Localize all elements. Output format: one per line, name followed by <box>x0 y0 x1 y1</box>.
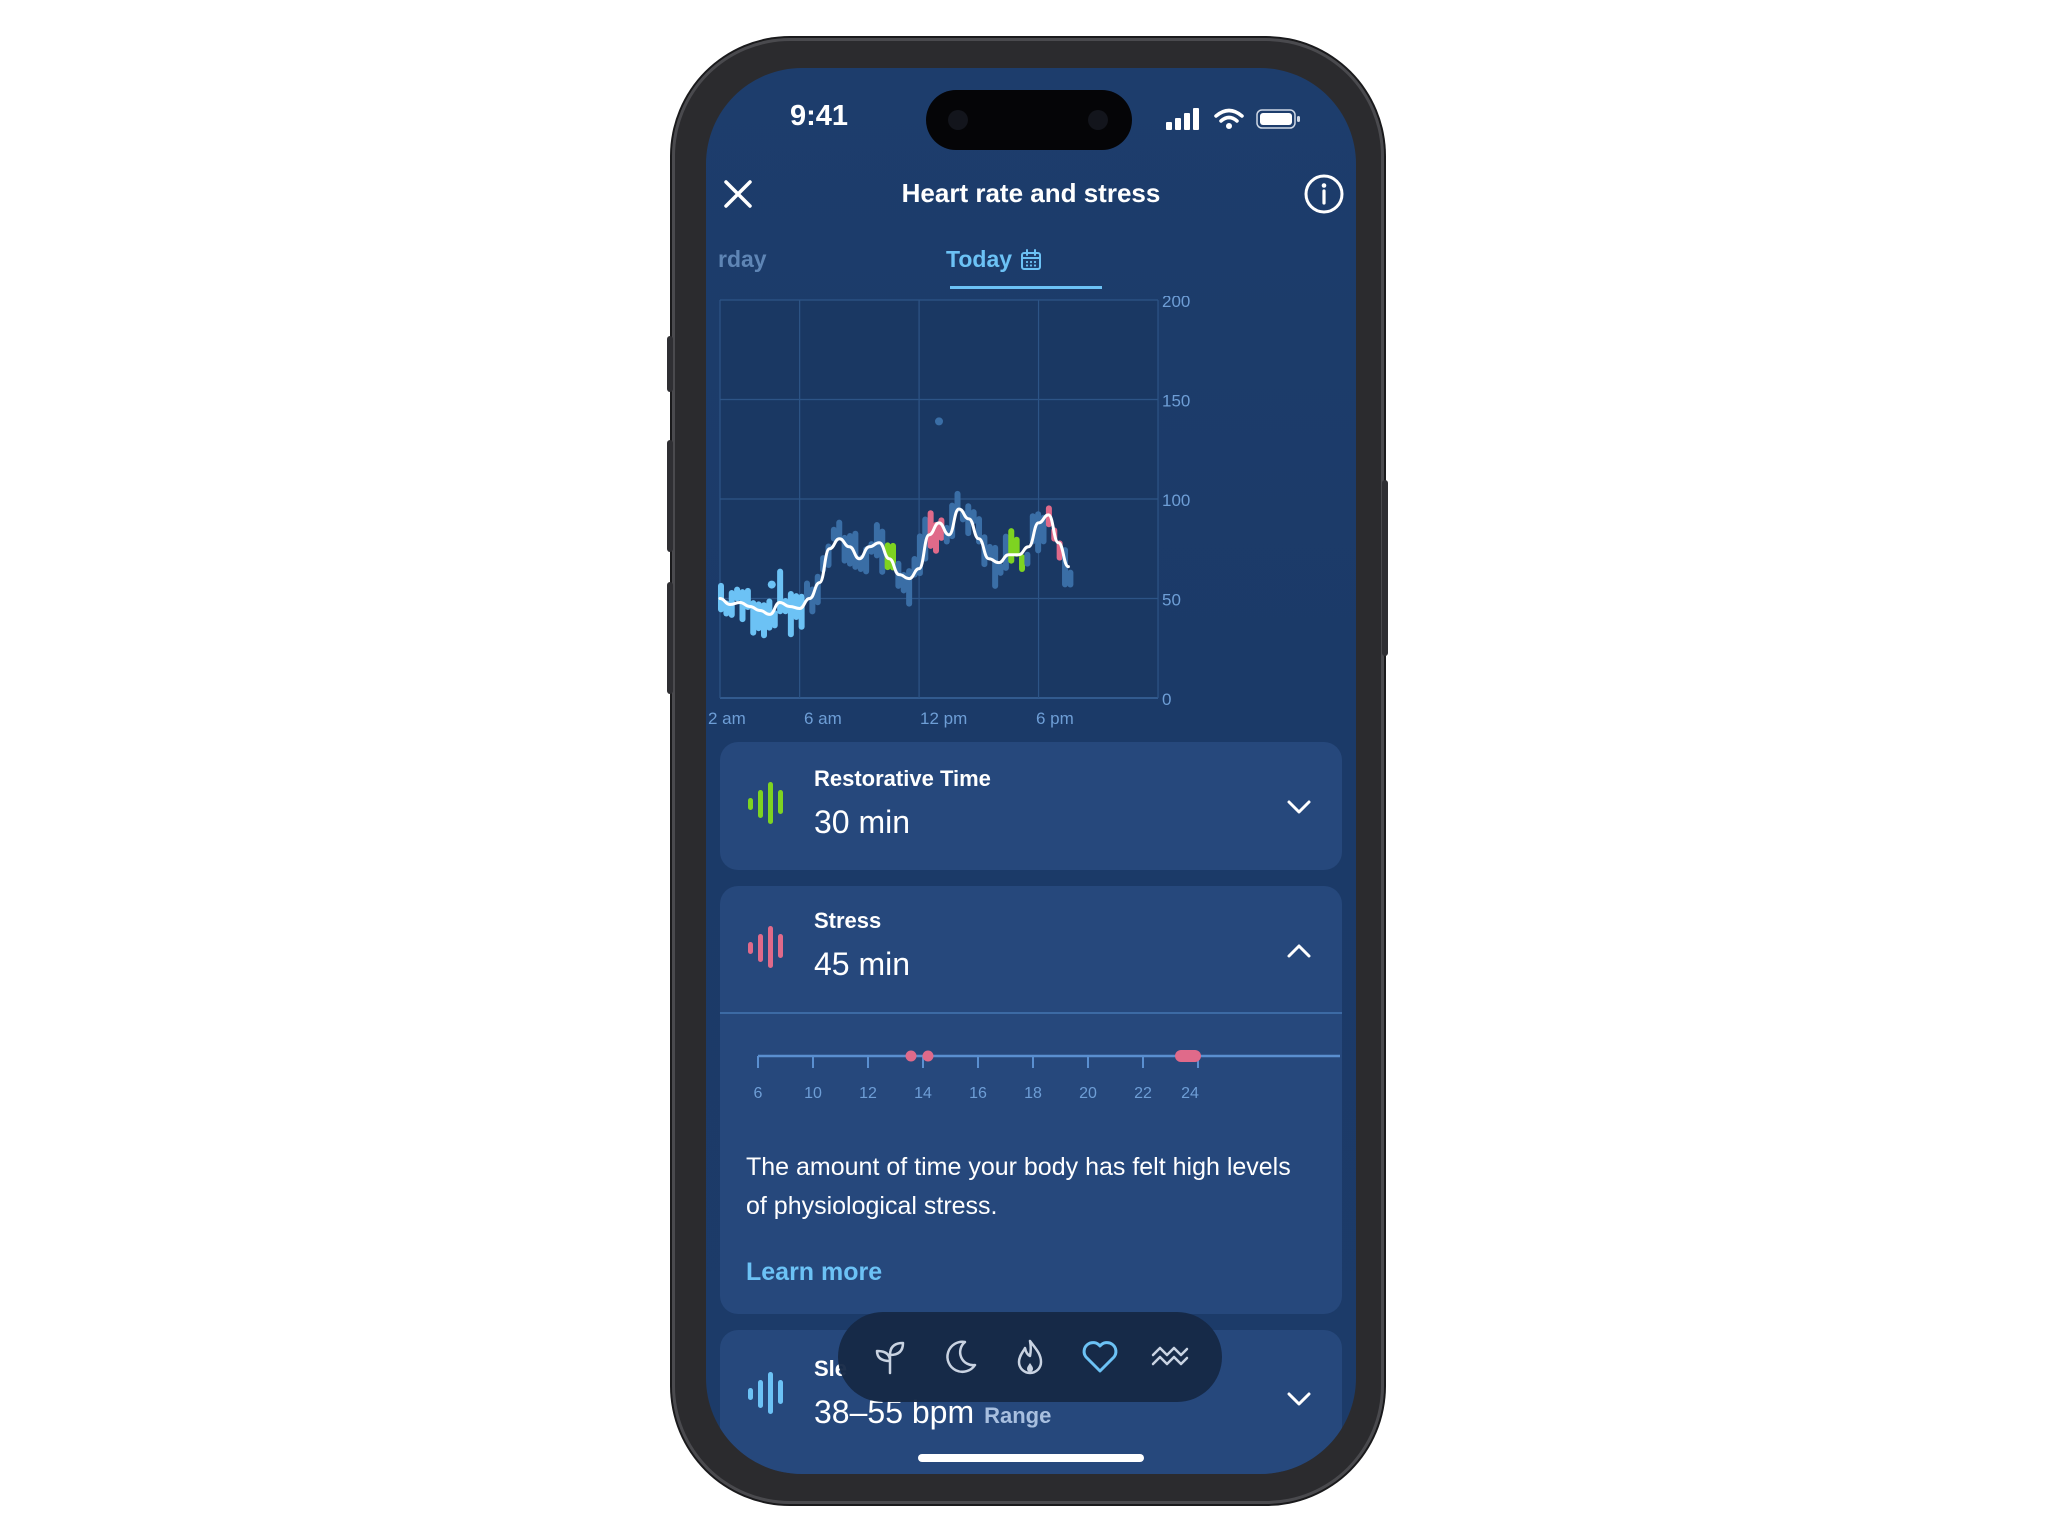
x-tick-label: 12 pm <box>920 709 967 728</box>
tab-previous-day[interactable]: rday <box>718 246 767 273</box>
heart-rate-range-bar <box>1035 511 1042 554</box>
chevron-up-icon[interactable] <box>1282 934 1316 968</box>
cellular-signal-icon <box>1166 108 1199 130</box>
y-tick-label: 0 <box>1162 690 1171 709</box>
app-screen: 9:41 Heart rate and stress rday Today 20… <box>706 68 1356 1474</box>
x-tick-label: 6 pm <box>1036 709 1074 728</box>
heart-rate-range-bar <box>734 586 741 602</box>
bottom-nav <box>838 1312 1222 1402</box>
stress-timeline: 6 10 12 14 16 18 20 22 24 <box>754 1050 1340 1102</box>
page-title: Heart rate and stress <box>901 178 1161 208</box>
heart-rate-range-bar <box>787 591 794 638</box>
heart-rate-range-bar <box>1019 554 1026 573</box>
status-time: 9:41 <box>790 100 849 132</box>
stress-marker <box>905 1050 917 1062</box>
stress-card-divider <box>720 1012 1342 1014</box>
y-tick-label: 150 <box>1162 392 1190 411</box>
chevron-down-icon[interactable] <box>1282 790 1316 824</box>
moon-icon[interactable] <box>940 1337 980 1377</box>
info-icon[interactable] <box>1302 172 1346 216</box>
timeline-tick-label: 12 <box>859 1085 877 1102</box>
heart-rate-outlier-point <box>767 580 776 589</box>
heart-rate-outlier-point <box>935 417 943 426</box>
stress-description: The amount of time your body has felt hi… <box>746 1153 1291 1220</box>
y-tick-label: 50 <box>1162 591 1181 610</box>
timeline-tick-label: 16 <box>969 1085 987 1102</box>
flame-icon[interactable] <box>1010 1337 1050 1377</box>
stress-marker <box>1175 1050 1201 1062</box>
home-indicator <box>918 1454 1144 1462</box>
heart-rate-range-bar <box>755 601 762 632</box>
heart-rate-range-bar <box>992 544 999 589</box>
learn-more-link[interactable]: Learn more <box>746 1258 882 1287</box>
heart-rate-range-bar <box>1067 569 1074 588</box>
heart-rate-range-bar <box>997 563 1004 576</box>
tab-today-label: Today <box>946 246 1013 272</box>
timeline-tick-label: 14 <box>914 1085 932 1102</box>
heart-rate-range-bar <box>1024 551 1031 567</box>
wifi-icon <box>1214 108 1244 129</box>
heart-rate-waveform-icon <box>748 1372 783 1414</box>
chevron-down-icon[interactable] <box>1282 1382 1316 1416</box>
battery-icon <box>1256 109 1300 129</box>
range-caption: Range <box>984 1403 1052 1428</box>
stress-card[interactable]: Stress 45 min 6 10 12 14 16 18 20 22 24 The amou… <box>720 886 1342 1314</box>
stress-waveform-icon <box>748 926 783 968</box>
stress-label: Stress <box>814 908 882 933</box>
heart-rate-range-bar <box>906 568 913 607</box>
sprout-icon[interactable] <box>870 1337 910 1377</box>
status-icons <box>1166 104 1302 134</box>
x-tick-label: 6 am <box>804 709 842 728</box>
mute-switch <box>667 336 673 392</box>
timeline-tick-label: 22 <box>1134 1085 1152 1102</box>
heart-rate-range-bar <box>804 580 811 599</box>
heart-rate-range-bar <box>1002 533 1009 571</box>
stress-value: 45 min <box>814 946 911 982</box>
x-tick-label: 2 am <box>708 709 746 728</box>
heart-rate-range-bar <box>836 519 843 541</box>
heart-rate-range-bar <box>777 568 784 615</box>
heart-icon[interactable] <box>1080 1337 1120 1377</box>
waves-icon[interactable] <box>1150 1337 1190 1377</box>
timeline-tick-label: 10 <box>804 1085 822 1102</box>
heart-rate-chart: 200 150 100 50 0 2 am 6 am 12 pm 6 pm <box>708 296 1190 728</box>
heart-rate-range-bar <box>1008 528 1015 564</box>
volume-down-button <box>667 582 673 694</box>
restorative-waveform-icon <box>748 782 783 824</box>
restorative-time-card[interactable]: Restorative Time 30 min <box>720 742 1342 870</box>
stress-marker <box>922 1050 934 1062</box>
y-tick-label: 200 <box>1162 296 1190 311</box>
power-button <box>1382 480 1388 656</box>
timeline-tick-label: 18 <box>1024 1085 1042 1102</box>
restorative-time-value: 30 min <box>814 804 911 840</box>
volume-up-button <box>667 440 673 552</box>
timeline-tick-label: 20 <box>1079 1085 1097 1102</box>
heart-rate-range-bar <box>798 593 805 630</box>
y-tick-label: 100 <box>1162 491 1190 510</box>
dynamic-island <box>926 90 1132 150</box>
active-tab-indicator <box>950 286 1102 289</box>
heart-rate-range-bar <box>760 602 767 639</box>
timeline-tick-label: 6 <box>754 1085 763 1102</box>
calendar-icon[interactable] <box>1020 248 1042 271</box>
tab-today[interactable]: Today <box>946 246 1042 273</box>
heart-rate-range-bar <box>873 522 880 559</box>
timeline-tick-label: 24 <box>1181 1085 1199 1102</box>
restorative-time-label: Restorative Time <box>814 766 991 791</box>
